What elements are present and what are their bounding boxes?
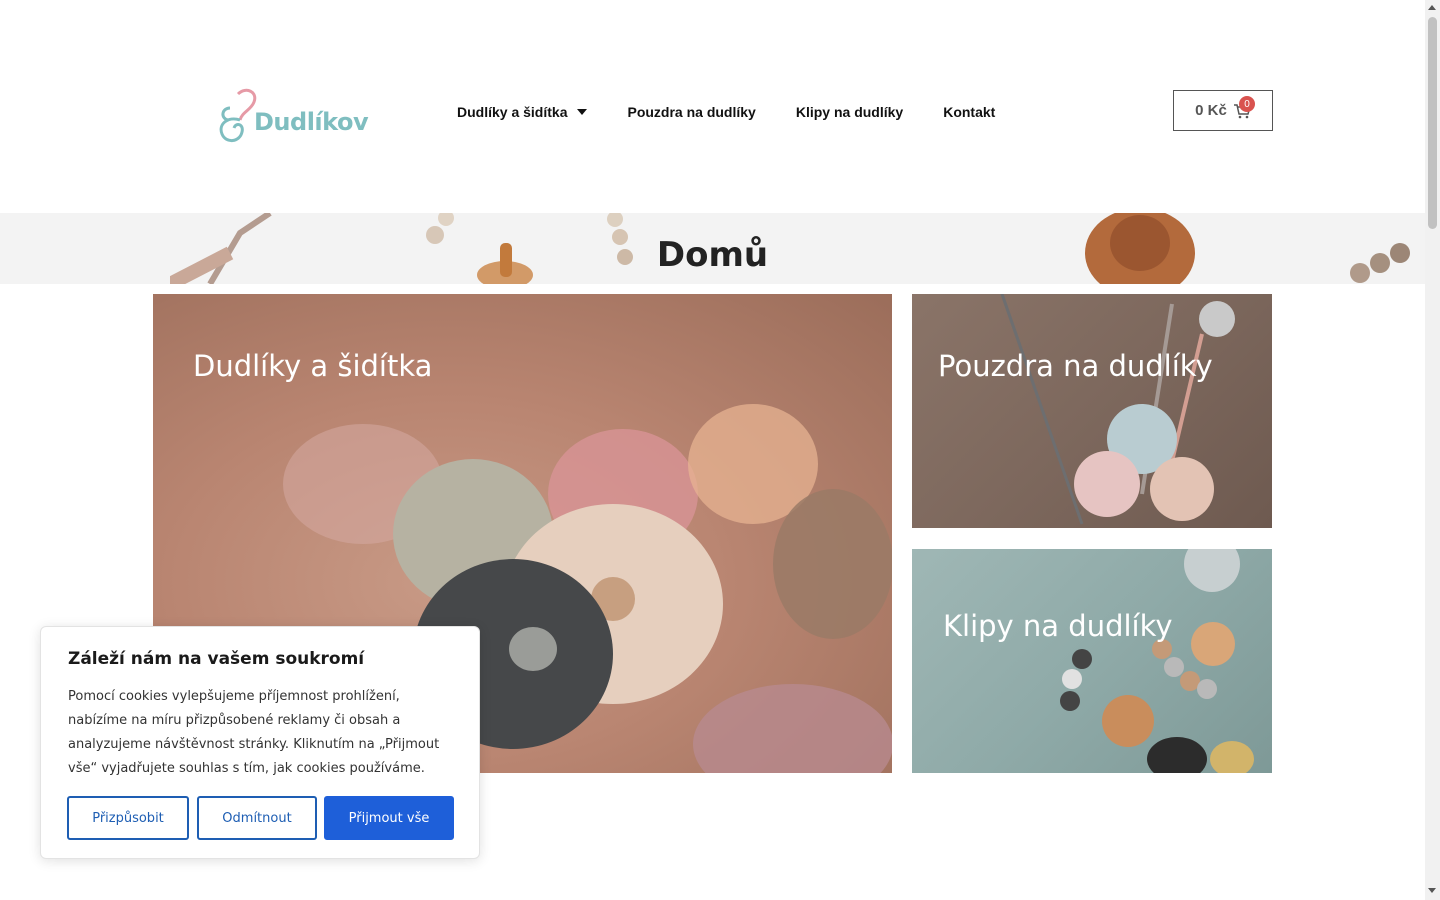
nav-item-label: Dudlíky a šidítka [457, 104, 568, 120]
nav-item-label: Kontakt [943, 104, 996, 120]
category-tile-klipy[interactable]: Klipy na dudlíky [912, 549, 1272, 773]
scroll-up-arrow-icon[interactable] [1428, 5, 1436, 10]
pacifier-clips-image [1060, 549, 1254, 773]
cookie-title: Záleží nám na vašem soukromí [68, 649, 365, 669]
reject-button[interactable]: Odmítnout [197, 796, 317, 840]
nav-item-dudliky[interactable]: Dudlíky a šidítka [457, 104, 588, 120]
cart-price: 0 Kč [1195, 102, 1227, 119]
main-nav: Dudlíky a šidítka Pouzdra na dudlíky Kli… [457, 104, 995, 120]
site-header: Dudlíkov Dudlíky a šidítka Pouzdra na du… [0, 0, 1425, 213]
category-tile-pouzdra[interactable]: Pouzdra na dudlíky [912, 294, 1272, 528]
tile-label: Dudlíky a šidítka [193, 349, 433, 383]
tile-label: Pouzdra na dudlíky [938, 349, 1213, 383]
logo[interactable]: Dudlíkov [216, 86, 369, 148]
scrollbar[interactable] [1425, 0, 1440, 900]
cart-count-badge: 0 [1239, 96, 1255, 112]
nav-item-pouzdra[interactable]: Pouzdra na dudlíky [627, 104, 755, 120]
caret-down-icon[interactable] [577, 109, 588, 115]
pacifier-cases-image [1000, 294, 1235, 525]
customize-button[interactable]: Přizpůsobit [67, 796, 189, 840]
nav-item-label: Pouzdra na dudlíky [627, 104, 756, 120]
page-banner: Domů [0, 213, 1425, 284]
cart-button[interactable]: 0 Kč [1173, 90, 1273, 131]
nav-item-label: Klipy na dudlíky [795, 104, 904, 120]
cookie-text: Pomocí cookies vylepšujeme příjemnost pr… [68, 689, 440, 776]
scroll-down-arrow-icon[interactable] [1428, 888, 1436, 893]
nav-item-klipy[interactable]: Klipy na dudlíky [796, 104, 903, 120]
tile-label: Klipy na dudlíky [943, 609, 1173, 643]
page-title: Domů [656, 235, 769, 275]
accept-all-button[interactable]: Přijmout vše [324, 796, 454, 840]
logo-text: Dudlíkov [254, 108, 369, 136]
cookie-consent-popup: Záleží nám na vašem soukromí Pomocí cook… [40, 626, 480, 859]
scroll-thumb[interactable] [1428, 17, 1437, 229]
nav-item-kontakt[interactable]: Kontakt [943, 104, 995, 120]
